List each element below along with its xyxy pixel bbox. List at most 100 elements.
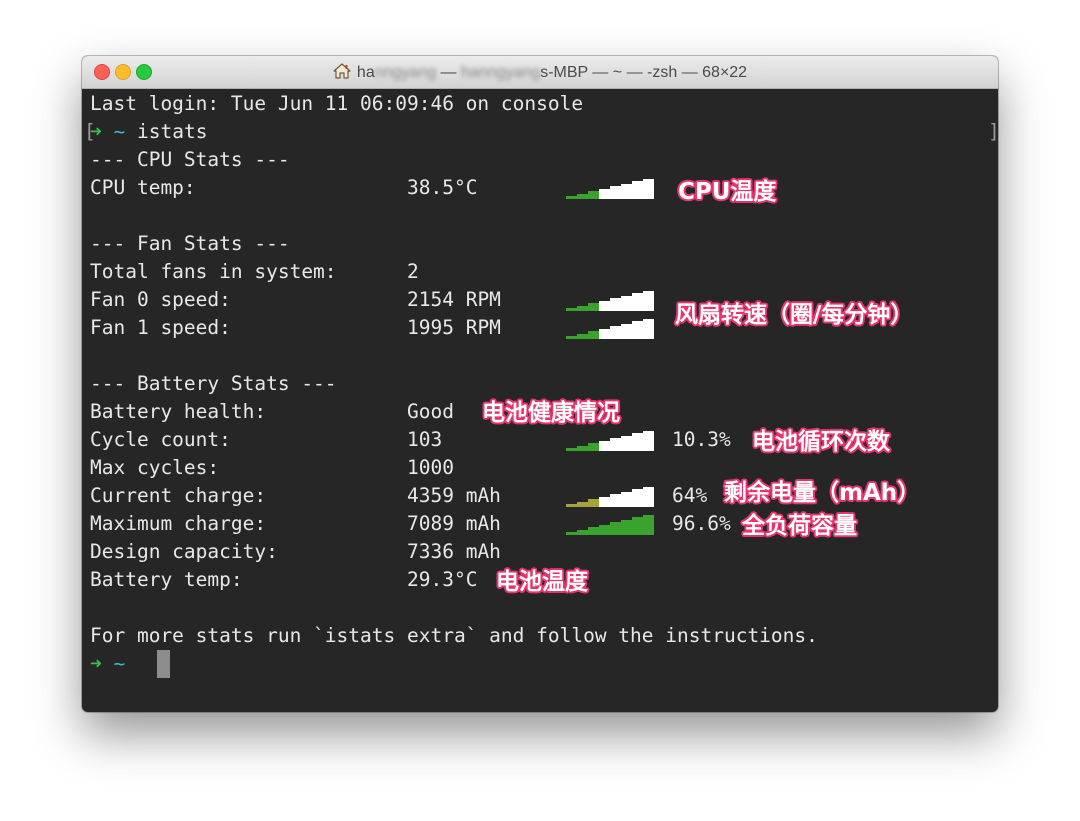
annotation-current-charge: 剩余电量（mAh） <box>724 480 921 506</box>
sparkline-bar <box>577 502 589 507</box>
cycle-count-percent: 10.3% <box>672 428 731 451</box>
footer-hint: For more stats run `istats extra` and fo… <box>90 624 818 647</box>
sparkline-bar <box>610 186 622 199</box>
fan1-speed-value: 1995 RPM <box>407 316 501 339</box>
maximum-charge-value: 7089 mAh <box>407 512 501 535</box>
sparkline-bar <box>577 194 589 199</box>
command-text: istats <box>137 120 208 143</box>
sparkline-bar <box>577 446 589 451</box>
sparkline-bar <box>599 441 611 451</box>
sparkline-bar <box>588 331 600 339</box>
home-icon <box>333 58 351 91</box>
sparkline-bar <box>632 321 644 339</box>
sparkline-bar <box>632 489 644 507</box>
sparkline-bar <box>621 324 633 339</box>
fan0-speed-value: 2154 RPM <box>407 288 501 311</box>
annotation-full-capacity: 全负荷容量 <box>742 513 857 539</box>
sparkline-bar <box>643 515 654 535</box>
prompt-cwd: ~ <box>113 652 126 675</box>
sparkline-bar <box>643 319 654 339</box>
sparkline-bar <box>643 179 654 199</box>
sparkline-bar <box>566 196 578 199</box>
fan0-speed-label: Fan 0 speed: <box>90 288 231 311</box>
terminal-window[interactable]: hanngyang — hanngyangs-MBP — ~ — -zsh — … <box>82 56 998 712</box>
sparkline-bar <box>599 189 611 199</box>
sparkline-bar <box>610 494 622 507</box>
sparkline-bar <box>610 438 622 451</box>
sparkline-bar <box>566 308 578 311</box>
sparkline-bar <box>621 436 633 451</box>
fan1-sparkline <box>566 319 654 339</box>
current-charge-label: Current charge: <box>90 484 267 507</box>
current-charge-sparkline <box>566 487 654 507</box>
sparkline-bar <box>566 448 578 451</box>
sparkline-bar <box>566 336 578 339</box>
current-charge-percent: 64% <box>672 484 708 507</box>
sparkline-bar <box>577 334 589 339</box>
annotation-cycle-count: 电池循环次数 <box>752 429 890 455</box>
cpu-stats-header: --- CPU Stats --- <box>90 148 290 171</box>
sparkline-bar <box>588 499 600 507</box>
text-cursor <box>157 650 170 678</box>
sparkline-bar <box>632 517 644 535</box>
cycle-count-value: 103 <box>407 428 443 451</box>
cycle-count-sparkline <box>566 431 654 451</box>
fan1-speed-label: Fan 1 speed: <box>90 316 231 339</box>
sparkline-bar <box>643 291 654 311</box>
sparkline-bar <box>643 487 654 507</box>
annotation-battery-temp: 电池温度 <box>496 569 588 595</box>
sparkline-bar <box>588 443 600 451</box>
cpu-temp-label: CPU temp: <box>90 176 196 199</box>
last-login-line: Last login: Tue Jun 11 06:09:46 on conso… <box>90 92 584 115</box>
sparkline-bar <box>588 191 600 199</box>
cpu-temp-sparkline <box>566 179 654 199</box>
sparkline-bar <box>621 184 633 199</box>
sparkline-bar <box>621 296 633 311</box>
battery-temp-label: Battery temp: <box>90 568 243 591</box>
sparkline-bar <box>621 520 633 535</box>
sparkline-bar <box>610 326 622 339</box>
sparkline-bar <box>566 532 578 535</box>
cycle-count-label: Cycle count: <box>90 428 231 451</box>
command-line: ➜ ~ istats <box>90 118 207 146</box>
sparkline-bar <box>632 293 644 311</box>
fan-stats-header: --- Fan Stats --- <box>90 232 290 255</box>
sparkline-bar <box>588 303 600 311</box>
sparkline-bar <box>621 492 633 507</box>
battery-stats-header: --- Battery Stats --- <box>90 372 337 395</box>
sparkline-bar <box>566 504 578 507</box>
sparkline-bar <box>599 497 611 507</box>
battery-health-value: Good <box>407 400 454 423</box>
max-cycles-value: 1000 <box>407 456 454 479</box>
current-charge-value: 4359 mAh <box>407 484 501 507</box>
sparkline-bar <box>599 329 611 339</box>
sparkline-bar <box>588 527 600 535</box>
total-fans-label: Total fans in system: <box>90 260 337 283</box>
maximum-charge-label: Maximum charge: <box>90 512 267 535</box>
window-title: hanngyang — hanngyangs-MBP — ~ — -zsh — … <box>82 56 998 88</box>
prompt-bracket-right: ] <box>988 118 998 146</box>
prompt-arrow-icon: ➜ <box>90 120 102 143</box>
title-bar[interactable]: hanngyang — hanngyangs-MBP — ~ — -zsh — … <box>82 56 998 89</box>
sparkline-bar <box>643 431 654 451</box>
sparkline-bar <box>632 181 644 199</box>
design-capacity-label: Design capacity: <box>90 540 278 563</box>
annotation-battery-health: 电池健康情况 <box>482 400 620 426</box>
sparkline-bar <box>632 433 644 451</box>
fan0-sparkline <box>566 291 654 311</box>
prompt-cwd: ~ <box>113 120 126 143</box>
design-capacity-value: 7336 mAh <box>407 540 501 563</box>
max-cycles-label: Max cycles: <box>90 456 220 479</box>
annotation-fan-speed: 风扇转速（圈/每分钟） <box>675 302 914 328</box>
sparkline-bar <box>599 525 611 535</box>
total-fans-value: 2 <box>407 260 419 283</box>
sparkline-bar <box>610 298 622 311</box>
cpu-temp-value: 38.5°C <box>407 176 478 199</box>
battery-health-label: Battery health: <box>90 400 267 423</box>
maximum-charge-percent: 96.6% <box>672 512 731 535</box>
sparkline-bar <box>577 530 589 535</box>
sparkline-bar <box>577 306 589 311</box>
prompt-line[interactable]: ➜ ~ <box>90 650 125 678</box>
maximum-charge-sparkline <box>566 515 654 535</box>
sparkline-bar <box>610 522 622 535</box>
